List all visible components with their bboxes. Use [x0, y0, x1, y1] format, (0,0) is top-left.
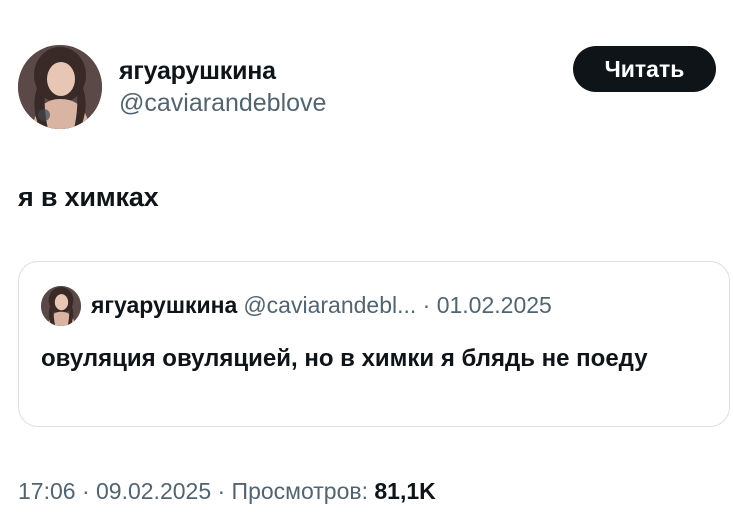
tweet-timestamp[interactable]: 17:06 · 09.02.2025 · Просмотров: — [18, 478, 374, 504]
quoted-tweet-card[interactable]: ягуарушкина @caviarandebl... · 01.02.2025… — [18, 261, 730, 427]
author-avatar[interactable] — [18, 45, 102, 129]
tweet-text: я в химках — [18, 182, 159, 212]
quote-author-avatar — [41, 286, 81, 326]
profile-photo-icon — [18, 45, 102, 129]
author-display-name[interactable]: ягуарушкина — [119, 57, 276, 86]
quote-text: овуляция овуляцией, но в химки я блядь н… — [41, 345, 648, 372]
tweet-meta: 17:06 · 09.02.2025 · Просмотров: 81,1K — [18, 478, 436, 505]
quote-handle-date: @caviarandebl... · 01.02.2025 — [243, 292, 552, 318]
author-handle[interactable]: @caviarandeblove — [119, 89, 326, 118]
quote-header: ягуарушкина @caviarandebl... · 01.02.2025 — [91, 292, 552, 319]
read-button[interactable]: Читать — [573, 46, 716, 92]
views-count: 81,1K — [374, 478, 436, 504]
quote-author-name: ягуарушкина — [91, 292, 238, 318]
profile-photo-icon — [41, 286, 81, 326]
